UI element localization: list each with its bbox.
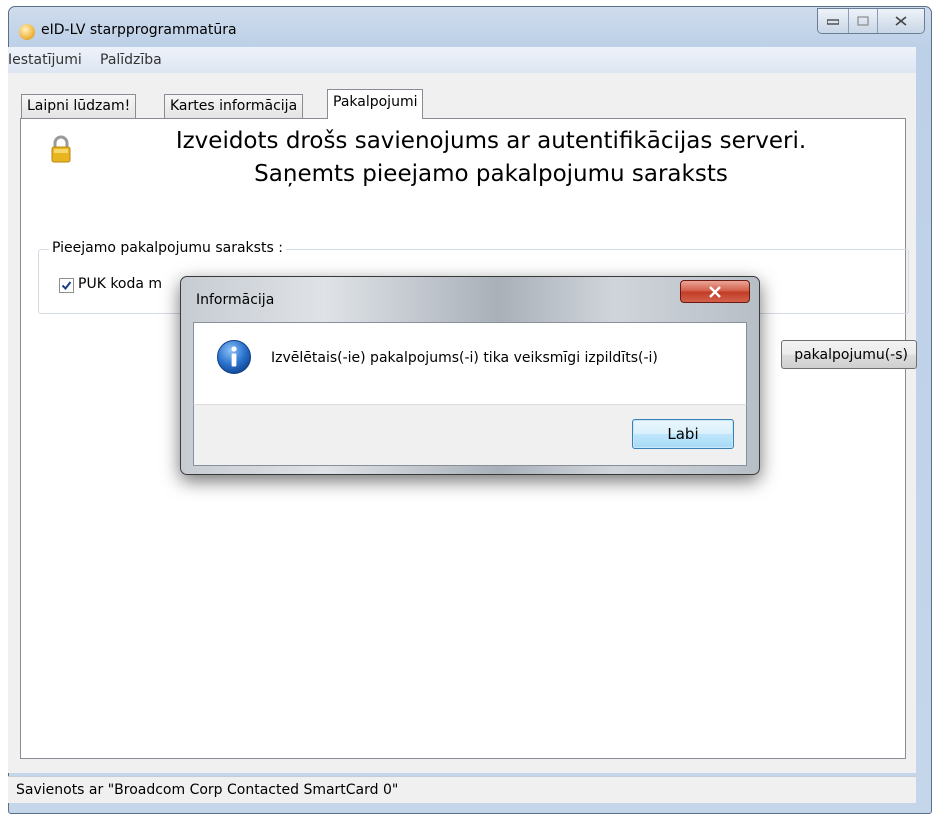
caption-buttons xyxy=(817,8,925,34)
ok-button[interactable]: Labi xyxy=(632,419,734,449)
minimize-button[interactable] xyxy=(818,9,849,33)
dialog-message: Izvēlētais(-ie) pakalpojums(-i) tika vei… xyxy=(271,350,658,366)
tab-card-info[interactable]: Kartes informācija xyxy=(164,94,304,118)
close-icon xyxy=(895,16,907,26)
menu-settings[interactable]: Iestatījumi xyxy=(8,52,82,68)
service-checkbox[interactable] xyxy=(59,278,74,293)
info-icon xyxy=(217,340,251,374)
close-icon xyxy=(709,285,721,298)
title-bar[interactable]: eID-LV starpprogrammatūra xyxy=(9,7,931,51)
tab-services[interactable]: Pakalpojumi xyxy=(327,89,424,119)
status-bar: Savienots ar "Broadcom Corp Contacted Sm… xyxy=(8,776,916,803)
window-title: eID-LV starpprogrammatūra xyxy=(41,22,237,38)
dialog-close-button[interactable] xyxy=(680,280,750,303)
minimize-icon xyxy=(827,19,839,25)
maximize-icon xyxy=(857,16,869,26)
service-label[interactable]: PUK koda m xyxy=(78,276,162,292)
menu-help[interactable]: Palīdzība xyxy=(100,52,162,68)
dialog-footer: Labi xyxy=(193,404,747,466)
info-dialog: Informācija Izvēlētais(-ie) pakalpojums(… xyxy=(180,276,760,475)
dialog-title: Informācija xyxy=(196,292,275,308)
headline-line-2: Saņemts pieejamo pakalpojumu saraksts xyxy=(254,161,728,187)
services-group-label: Pieejamo pakalpojumu saraksts : xyxy=(49,240,286,256)
maximize-button[interactable] xyxy=(849,9,878,33)
menu-bar: Iestatījumi Palīdzība xyxy=(8,47,916,74)
close-button[interactable] xyxy=(878,9,924,33)
tab-welcome[interactable]: Laipni lūdzam! xyxy=(21,94,137,118)
execute-services-button[interactable]: pakalpojumu(-s) xyxy=(781,340,917,369)
connection-status: Savienots ar "Broadcom Corp Contacted Sm… xyxy=(16,782,399,798)
lock-icon xyxy=(51,135,71,163)
dialog-body: Izvēlētais(-ie) pakalpojums(-i) tika vei… xyxy=(193,322,747,404)
headline-line-1: Izveidots drošs savienojums ar autentifi… xyxy=(175,128,807,154)
checkmark-icon xyxy=(61,281,72,291)
app-icon xyxy=(19,24,35,40)
